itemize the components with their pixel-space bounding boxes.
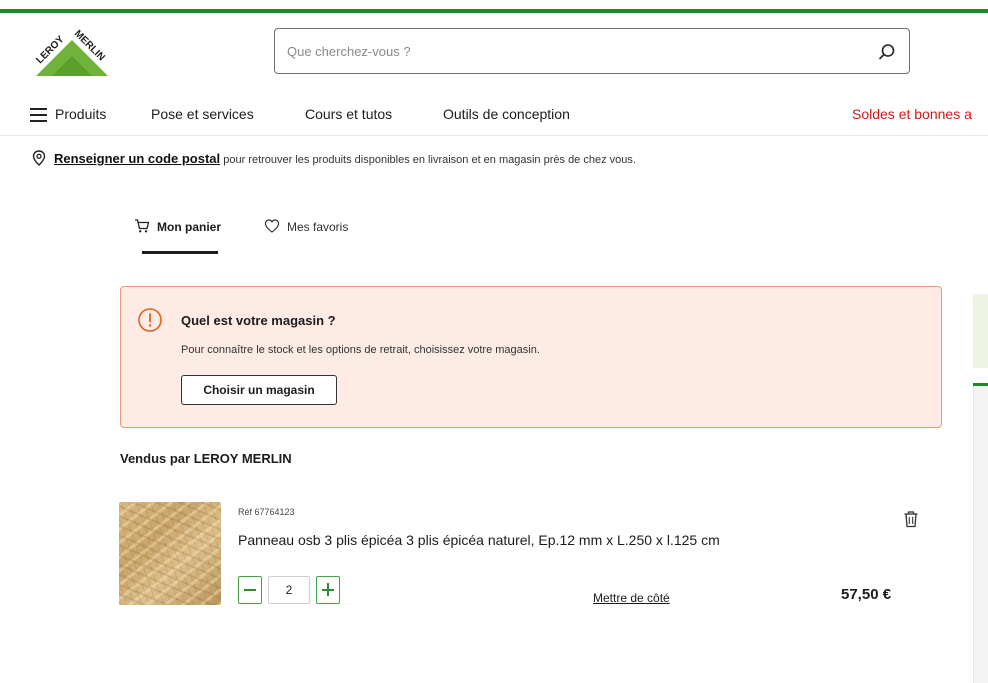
set-aside-link[interactable]: Mettre de côté (593, 591, 670, 605)
product-image[interactable] (119, 502, 221, 605)
tab-mes-favoris-label: Mes favoris (287, 220, 349, 234)
postal-code-text: pour retrouver les produits disponibles … (220, 154, 636, 166)
seller-heading: Vendus par LEROY MERLIN (120, 451, 292, 466)
nav-products[interactable]: Produits (55, 106, 106, 122)
tab-mon-panier-label: Mon panier (157, 220, 222, 234)
nav-soldes[interactable]: Soldes et bonnes a (852, 106, 972, 122)
trash-icon[interactable] (903, 510, 919, 528)
store-alert-title: Quel est votre magasin ? (181, 313, 336, 328)
product-name[interactable]: Panneau osb 3 plis épicéa 3 plis épicéa … (238, 532, 720, 548)
leroy-merlin-logo-icon[interactable]: LEROY MERLIN (22, 24, 118, 82)
brand-top-line (0, 9, 988, 13)
postal-code-link[interactable]: Renseigner un code postal (54, 151, 220, 166)
quantity-stepper (238, 576, 354, 606)
warning-icon (138, 308, 162, 332)
store-alert-description: Pour connaître le stock et les options d… (181, 344, 540, 356)
store-selection-alert: Quel est votre magasin ? Pour connaître … (120, 286, 942, 428)
item-price: 57,50 € (841, 586, 892, 603)
search-input[interactable] (287, 39, 847, 63)
nav-cours-et-tutos[interactable]: Cours et tutos (305, 106, 392, 122)
active-tab-indicator (142, 251, 218, 254)
decrease-quantity-button[interactable] (238, 576, 262, 604)
nav-outils-de-conception[interactable]: Outils de conception (443, 106, 570, 122)
summary-panel-header (973, 294, 988, 368)
heart-icon (264, 219, 280, 233)
cart-icon (135, 219, 150, 233)
search-bar[interactable] (274, 28, 910, 74)
nav-pose-et-services[interactable]: Pose et services (151, 106, 254, 122)
menu-icon[interactable] (30, 108, 47, 122)
location-pin-icon (32, 150, 46, 166)
increase-quantity-button[interactable] (316, 576, 340, 604)
product-reference: Réf 67764123 (238, 507, 295, 517)
order-summary-panel-edge (973, 294, 988, 683)
summary-panel-body (973, 386, 988, 683)
main-navigation: Produits Pose et services Cours et tutos… (0, 96, 988, 136)
choose-store-button[interactable]: Choisir un magasin (181, 375, 337, 405)
quantity-input[interactable] (268, 576, 310, 604)
search-icon[interactable] (877, 42, 897, 62)
